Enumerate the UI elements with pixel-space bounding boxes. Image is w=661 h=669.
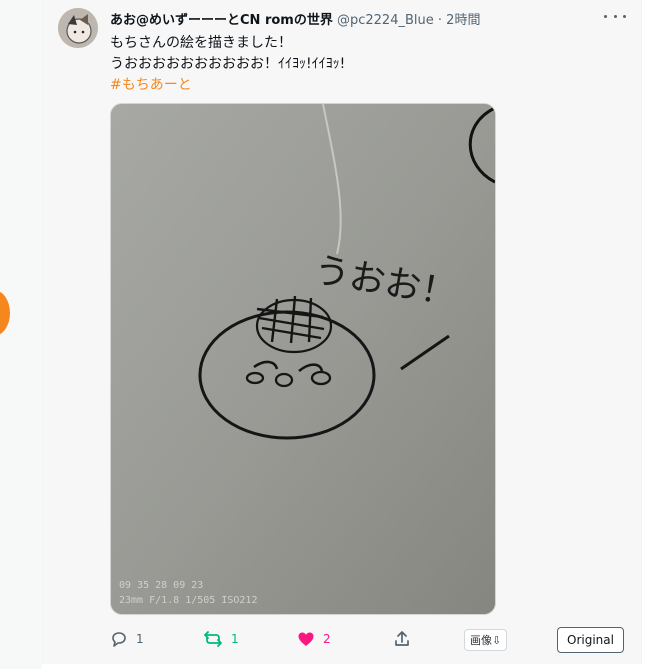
share-button[interactable] xyxy=(393,627,411,651)
hashtag-link[interactable]: #もちあーと xyxy=(110,74,192,94)
tweet-text-line: もちさんの絵を描きました！ xyxy=(110,35,292,51)
photo-info: 23mm F/1.8 1/505 ISO212 xyxy=(119,595,257,606)
image-download-button[interactable]: 画像⇩ xyxy=(464,629,508,651)
author-name[interactable]: あお@めいずーーーとCN romの世界 xyxy=(110,13,333,28)
like-button[interactable]: 2 xyxy=(297,627,331,651)
like-icon xyxy=(297,630,315,648)
retweet-button[interactable]: 1 xyxy=(203,627,239,651)
tweet-text-line: うおおおおおおおおおお！ｲｲﾖｯ!ｲｲﾖｯ! xyxy=(110,56,346,72)
share-icon xyxy=(393,630,411,648)
tweet-photo[interactable]: うおお！ 09 35 28 09 23 23mm F/1.8 1/505 ISO… xyxy=(110,103,496,615)
photo-timestamp: 09 35 28 09 23 xyxy=(119,580,203,591)
separator: · xyxy=(437,13,443,28)
reply-icon xyxy=(110,630,128,648)
reply-count: 1 xyxy=(136,632,144,646)
avatar[interactable] xyxy=(58,8,98,48)
author-handle[interactable]: @pc2224_Blue xyxy=(337,13,434,28)
tweet-header: あお@めいずーーーとCN romの世界 @pc2224_Blue · 2時間 xyxy=(110,9,621,28)
more-icon[interactable] xyxy=(604,9,626,23)
left-rail xyxy=(0,0,42,669)
like-count: 2 xyxy=(323,632,331,646)
original-button[interactable]: Original xyxy=(557,627,624,653)
retweet-icon xyxy=(203,630,223,648)
retweet-count: 1 xyxy=(231,632,239,646)
timestamp[interactable]: 2時間 xyxy=(446,13,480,28)
reply-button[interactable]: 1 xyxy=(110,627,144,651)
action-bar: 1 1 2 画像⇩ Original xyxy=(110,627,630,653)
